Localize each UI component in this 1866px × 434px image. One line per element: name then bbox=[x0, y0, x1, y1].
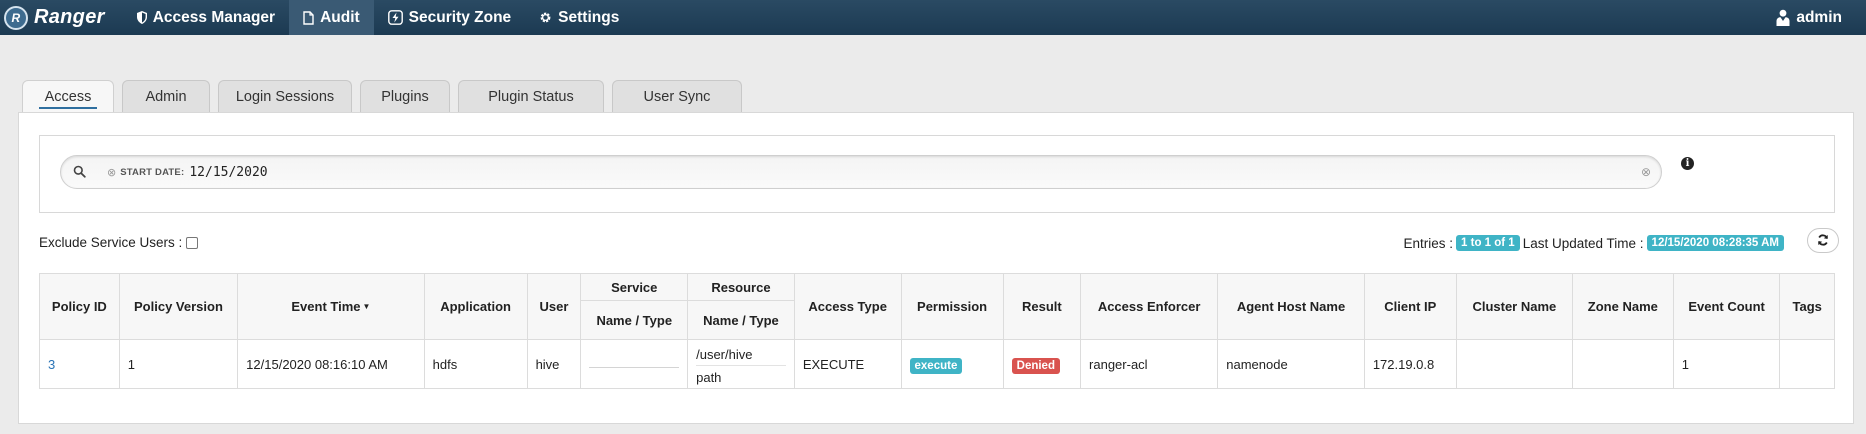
col-zone-name: Zone Name bbox=[1571, 273, 1674, 340]
exclude-service-users-checkbox[interactable] bbox=[186, 236, 199, 249]
col-access-type: Access Type bbox=[793, 273, 902, 340]
cell-client-ip: 172.19.0.8 bbox=[1363, 339, 1457, 389]
col-application: Application bbox=[423, 273, 528, 340]
resource-name: /user/hive bbox=[696, 342, 786, 366]
cell-access-type: EXECUTE bbox=[793, 339, 902, 389]
cell-zone-name bbox=[1571, 339, 1674, 389]
cell-result: Denied bbox=[1002, 339, 1082, 389]
col-result: Result bbox=[1002, 273, 1082, 340]
last-updated-label: Last Updated Time : bbox=[1522, 235, 1644, 251]
col-event-count: Event Count bbox=[1672, 273, 1781, 340]
search-facet-start-date[interactable]: ⊗ START DATE: 12/15/2020 bbox=[107, 162, 268, 182]
user-menu[interactable]: admin bbox=[1762, 0, 1866, 35]
ranger-logo-icon: R bbox=[4, 5, 28, 30]
search-container: ⊗ START DATE: 12/15/2020 ⊗ i bbox=[39, 135, 1835, 213]
brand-name: Ranger bbox=[34, 6, 105, 28]
audit-tabs: Access Admin Login Sessions Plugins Plug… bbox=[22, 80, 742, 112]
cell-cluster-name bbox=[1455, 339, 1573, 389]
search-icon bbox=[73, 165, 87, 179]
access-audit-panel: ⊗ START DATE: 12/15/2020 ⊗ i Exclude Ser… bbox=[18, 112, 1854, 424]
tab-access[interactable]: Access bbox=[22, 80, 114, 112]
user-name: admin bbox=[1796, 8, 1842, 26]
exclude-service-users: Exclude Service Users : bbox=[39, 235, 199, 250]
sort-desc-icon: ▼ bbox=[362, 302, 371, 311]
col-group-resource: Resource bbox=[687, 273, 795, 301]
entries-count-badge: 1 to 1 of 1 bbox=[1456, 235, 1520, 251]
info-icon[interactable]: i bbox=[1681, 157, 1694, 170]
exclude-service-users-label: Exclude Service Users : bbox=[39, 235, 183, 250]
nav-audit[interactable]: Audit bbox=[289, 0, 374, 35]
col-permission: Permission bbox=[900, 273, 1004, 340]
col-cluster-name: Cluster Name bbox=[1455, 273, 1573, 340]
col-policy-id: Policy ID bbox=[39, 273, 120, 340]
nav-access-manager-label: Access Manager bbox=[152, 8, 276, 26]
col-client-ip: Client IP bbox=[1363, 273, 1457, 340]
cell-event-time: 12/15/2020 08:16:10 AM bbox=[237, 339, 425, 389]
cell-access-enforcer: ranger-acl bbox=[1080, 339, 1219, 389]
cell-permission: execute bbox=[900, 339, 1004, 389]
cell-policy-version: 1 bbox=[118, 339, 239, 389]
col-policy-version: Policy Version bbox=[118, 273, 239, 340]
nav-audit-label: Audit bbox=[320, 8, 360, 26]
tab-login-sessions[interactable]: Login Sessions bbox=[218, 80, 352, 112]
col-service-name-type: Name / Type bbox=[580, 300, 689, 340]
nav-settings-label: Settings bbox=[558, 8, 620, 26]
visual-search-input[interactable]: ⊗ START DATE: 12/15/2020 ⊗ bbox=[60, 155, 1662, 189]
entries-label: Entries : bbox=[1403, 235, 1454, 251]
cell-agent-host-name: namenode bbox=[1217, 339, 1365, 389]
tab-plugins[interactable]: Plugins bbox=[360, 80, 450, 112]
nav-security-zone[interactable]: Security Zone bbox=[374, 0, 526, 35]
entries-status: Entries : 1 to 1 of 1 Last Updated Time … bbox=[1404, 235, 1788, 251]
lightning-icon bbox=[387, 10, 403, 25]
facet-value[interactable]: 12/15/2020 bbox=[189, 165, 267, 180]
nav-security-zone-label: Security Zone bbox=[408, 8, 512, 26]
cell-tags bbox=[1779, 339, 1835, 389]
tab-user-sync[interactable]: User Sync bbox=[612, 80, 742, 112]
resource-type: path bbox=[696, 369, 722, 385]
table-row: 3 1 12/15/2020 08:16:10 AM hdfs hive /us… bbox=[39, 339, 1835, 389]
refresh-button[interactable] bbox=[1807, 228, 1839, 253]
gear-icon bbox=[539, 11, 552, 24]
nav-access-manager[interactable]: Access Manager bbox=[123, 0, 289, 35]
cell-application: hdfs bbox=[423, 339, 528, 389]
cell-resource: /user/hive path bbox=[687, 339, 795, 389]
remove-facet-icon[interactable]: ⊗ bbox=[107, 166, 116, 179]
col-agent-host-name: Agent Host Name bbox=[1217, 273, 1365, 340]
access-audit-table: Policy ID Policy Version Event Time ▼ App… bbox=[39, 273, 1835, 389]
col-tags: Tags bbox=[1779, 273, 1835, 340]
last-updated-badge: 12/15/2020 08:28:35 AM bbox=[1646, 235, 1784, 251]
col-group-service: Service bbox=[580, 273, 689, 301]
tab-plugin-status[interactable]: Plugin Status bbox=[458, 80, 604, 112]
result-badge: Denied bbox=[1011, 357, 1060, 374]
col-access-enforcer: Access Enforcer bbox=[1080, 273, 1219, 340]
col-event-time-label: Event Time bbox=[291, 299, 361, 314]
col-user: User bbox=[526, 273, 582, 340]
file-icon bbox=[303, 10, 314, 25]
cell-event-count: 1 bbox=[1672, 339, 1781, 389]
permission-badge: execute bbox=[909, 357, 963, 374]
brand-logo[interactable]: R Ranger bbox=[0, 0, 123, 35]
tab-admin[interactable]: Admin bbox=[122, 80, 210, 112]
cell-service bbox=[580, 339, 689, 389]
shield-icon bbox=[136, 11, 147, 24]
top-navbar: R Ranger Access Manager Audit Security Z… bbox=[0, 0, 1866, 35]
refresh-icon bbox=[1817, 233, 1829, 249]
cell-policy-id-link[interactable]: 3 bbox=[39, 339, 120, 389]
col-event-time[interactable]: Event Time ▼ bbox=[237, 273, 425, 340]
col-resource-name-type: Name / Type bbox=[687, 300, 795, 340]
facet-key: START DATE: bbox=[120, 166, 185, 178]
clear-search-icon[interactable]: ⊗ bbox=[1641, 165, 1651, 179]
user-icon bbox=[1776, 9, 1790, 26]
cell-user: hive bbox=[526, 339, 582, 389]
nav-settings[interactable]: Settings bbox=[525, 0, 633, 35]
service-empty-divider bbox=[589, 366, 680, 368]
